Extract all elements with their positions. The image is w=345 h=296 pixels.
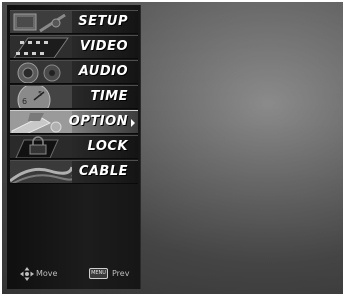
prev-label: Prev	[112, 269, 130, 278]
navigation-hint: Move MENU Prev	[17, 267, 139, 281]
submenu-arrow-icon	[131, 119, 135, 127]
svg-text:6: 6	[22, 97, 27, 106]
menu-item-label: LOCK	[87, 139, 128, 154]
menu-item-label: AUDIO	[78, 64, 128, 79]
video-icon	[10, 36, 72, 58]
menu-item-cable[interactable]: CABLE	[10, 160, 138, 184]
move-arrows-icon	[20, 267, 34, 281]
menu-item-label: TIME	[90, 89, 128, 104]
move-label: Move	[36, 269, 58, 278]
menu-item-label: VIDEO	[79, 39, 128, 54]
time-icon: 6 5	[10, 86, 72, 108]
lock-icon	[10, 136, 72, 158]
menu-item-label: SETUP	[78, 14, 128, 29]
menu-item-option[interactable]: OPTION	[10, 110, 138, 134]
menu-item-setup[interactable]: SETUP	[10, 10, 138, 34]
setup-icon	[10, 11, 72, 33]
menu-item-video[interactable]: VIDEO	[10, 35, 138, 59]
menu-item-label: OPTION	[68, 114, 128, 129]
osd-menu-panel: SETUP VIDEO AUDIO 6 5 TIME OPTION LOCK C…	[7, 5, 141, 289]
menu-item-lock[interactable]: LOCK	[10, 135, 138, 159]
audio-icon	[10, 61, 72, 83]
menu-key-icon: MENU	[89, 268, 108, 279]
option-icon	[10, 111, 72, 133]
menu-item-audio[interactable]: AUDIO	[10, 60, 138, 84]
menu-item-time[interactable]: 6 5 TIME	[10, 85, 138, 109]
menu-item-label: CABLE	[78, 164, 128, 179]
cable-icon	[10, 161, 72, 183]
